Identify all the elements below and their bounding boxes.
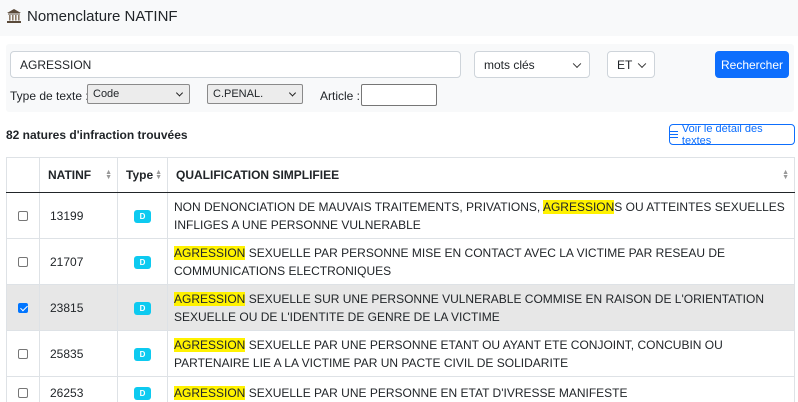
- natinf-cell: 21707: [39, 238, 118, 285]
- natinf-cell: 25835: [39, 330, 118, 377]
- chevron-down-icon: [572, 59, 582, 68]
- search-match-highlight: AGRESSION: [174, 337, 246, 352]
- qualification-header-label: QUALIFICATION SIMPLIFIEE: [176, 168, 340, 182]
- code-select[interactable]: C.PENAL.: [207, 84, 303, 104]
- qualification-cell: NON DENONCIATION DE MAUVAIS TRAITEMENTS,…: [167, 192, 795, 239]
- texte-type-label: Type de texte :: [10, 89, 89, 103]
- select-column-header: [6, 157, 40, 193]
- table-row[interactable]: 13199 D NON DENONCIATION DE MAUVAIS TRAITE…: [6, 192, 795, 239]
- operator-select[interactable]: ET: [607, 51, 655, 78]
- search-match-highlight: AGRESSION: [174, 291, 246, 306]
- type-badge: D: [134, 348, 151, 361]
- article-input[interactable]: [361, 84, 437, 106]
- type-cell: D: [117, 238, 168, 285]
- type-cell: D: [117, 192, 168, 239]
- texte-type-select[interactable]: Code: [87, 84, 190, 104]
- app-header: Nomenclature NATINF: [0, 0, 798, 36]
- texte-type-value: Code: [93, 88, 120, 100]
- natinf-cell: 23815: [39, 284, 118, 331]
- chevron-down-icon: [175, 89, 184, 97]
- search-mode-value: mots clés: [484, 57, 535, 72]
- row-checkbox[interactable]: [18, 388, 28, 399]
- chevron-down-icon: [288, 89, 297, 97]
- table-header-row: NATINF ▲ ▼ Type ▲ ▼ QUALIFICATION SIMPLIFI…: [6, 157, 795, 193]
- table-row[interactable]: 23815 D AGRESSION SEXUELLE SUR UNE PERSONN…: [6, 284, 795, 331]
- qualification-suffix: SEXUELLE PAR UNE PERSONNE ETANT OU AYANT…: [174, 337, 723, 370]
- bank-icon: [7, 9, 21, 23]
- type-badge: D: [134, 387, 151, 400]
- result-count: 82 natures d'infraction trouvées: [6, 128, 188, 142]
- type-cell: D: [117, 330, 168, 377]
- qualification-suffix: SEXUELLE PAR UNE PERSONNE EN ETAT D'IVRE…: [245, 385, 628, 400]
- article-label: Article :: [320, 89, 361, 103]
- sort-icon: ▲ ▼: [155, 169, 162, 181]
- type-badge: D: [134, 302, 151, 315]
- type-cell: D: [117, 284, 168, 331]
- type-badge: D: [134, 256, 151, 269]
- search-match-highlight: AGRESSION: [174, 245, 246, 260]
- qualification-cell: AGRESSION SEXUELLE PAR UNE PERSONNE EN E…: [167, 376, 795, 402]
- details-button[interactable]: Voir le détail des textes: [669, 122, 795, 147]
- sort-icon: ▲ ▼: [782, 169, 789, 181]
- row-select-cell: [6, 330, 40, 377]
- qualification-cell: AGRESSION SEXUELLE SUR UNE PERSONNE VULN…: [167, 284, 795, 331]
- natinf-cell: 13199: [39, 192, 118, 239]
- table-row[interactable]: 26253 D AGRESSION SEXUELLE PAR UNE PERSONN…: [6, 376, 795, 402]
- row-checkbox[interactable]: [18, 349, 28, 360]
- natinf-column-header[interactable]: NATINF ▲ ▼: [39, 157, 118, 193]
- natinf-header-label: NATINF: [48, 168, 92, 182]
- search-input[interactable]: [10, 51, 461, 78]
- natinf-cell: 26253: [39, 376, 118, 402]
- details-button-label: Voir le détail des textes: [681, 122, 763, 147]
- qualification-cell: AGRESSION SEXUELLE PAR UNE PERSONNE ETAN…: [167, 330, 795, 377]
- sort-icon: ▲ ▼: [105, 169, 112, 181]
- row-checkbox[interactable]: [18, 303, 28, 314]
- search-match-highlight: AGRESSION: [542, 199, 615, 214]
- chevron-down-icon: [637, 59, 647, 68]
- row-select-cell: [6, 192, 40, 239]
- qualification-prefix: NON DENONCIATION DE MAUVAIS TRAITEMENTS,…: [174, 199, 543, 214]
- row-checkbox[interactable]: [18, 211, 28, 222]
- table-row[interactable]: 25835 D AGRESSION SEXUELLE PAR UNE PERSONN…: [6, 330, 795, 377]
- search-button[interactable]: Rechercher: [715, 51, 789, 78]
- row-checkbox[interactable]: [18, 257, 28, 268]
- type-header-label: Type: [126, 168, 154, 182]
- results-table: NATINF ▲ ▼ Type ▲ ▼ QUALIFICATION SIMPLIFI…: [6, 157, 795, 402]
- row-select-cell: [6, 376, 40, 402]
- row-select-cell: [6, 238, 40, 285]
- row-select-cell: [6, 284, 40, 331]
- qualification-suffix: SEXUELLE PAR PERSONNE MISE EN CONTACT AV…: [174, 245, 726, 278]
- type-column-header[interactable]: Type ▲ ▼: [117, 157, 168, 193]
- qualification-cell: AGRESSION SEXUELLE PAR PERSONNE MISE EN …: [167, 238, 795, 285]
- code-value: C.PENAL.: [213, 88, 264, 100]
- search-match-highlight: AGRESSION: [174, 385, 246, 400]
- type-badge: D: [134, 210, 151, 223]
- list-icon: [670, 131, 678, 138]
- search-mode-select[interactable]: mots clés: [474, 51, 590, 78]
- operator-value: ET: [617, 57, 633, 72]
- qualification-column-header[interactable]: QUALIFICATION SIMPLIFIEE ▲ ▼: [167, 157, 795, 193]
- table-row[interactable]: 21707 D AGRESSION SEXUELLE PAR PERSONNE MI…: [6, 238, 795, 285]
- page-title: Nomenclature NATINF: [27, 8, 178, 25]
- type-cell: D: [117, 376, 168, 402]
- qualification-suffix: SEXUELLE SUR UNE PERSONNE VULNERABLE COM…: [174, 291, 764, 324]
